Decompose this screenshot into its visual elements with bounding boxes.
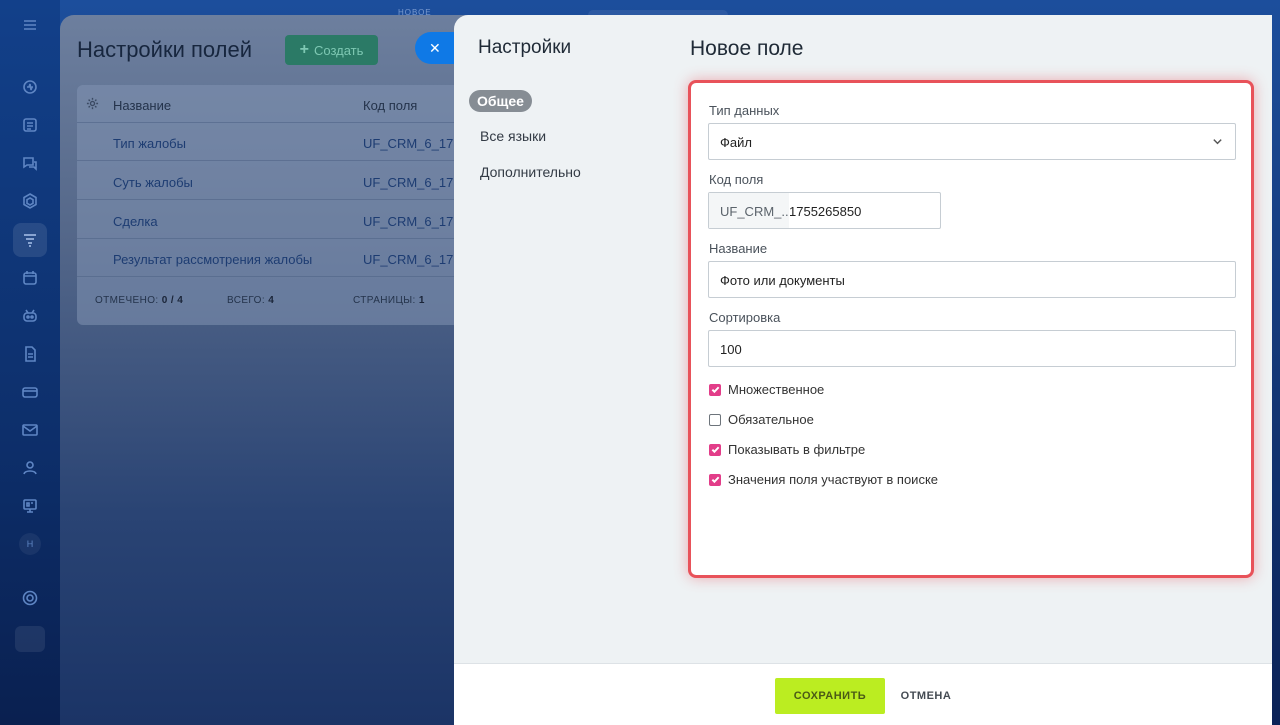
selected-value: 0 / 4: [161, 295, 184, 306]
contacts-icon[interactable]: [13, 451, 47, 485]
code-suffix[interactable]: 1755265850: [789, 193, 861, 228]
code-prefix: UF_CRM_...: [709, 193, 789, 228]
total-value: 4: [268, 295, 275, 306]
fields-table: Название Код поля Тип жалобы UF_CRM_6_17…: [77, 85, 497, 325]
close-icon: ✕: [429, 39, 441, 56]
card-icon[interactable]: [13, 375, 47, 409]
searchable-label: Значения поля участвуют в поиске: [728, 472, 939, 487]
activity-icon[interactable]: [13, 70, 47, 104]
create-button-label: Создать: [313, 42, 364, 58]
pages-value[interactable]: 1: [419, 295, 425, 306]
page-title: Настройки полей: [77, 37, 253, 62]
data-type-value: Файл: [720, 135, 752, 150]
table-row[interactable]: Тип жалобы UF_CRM_6_175: [77, 123, 497, 161]
presentation-icon[interactable]: [13, 489, 47, 523]
data-type-label: Тип данных: [709, 103, 780, 118]
square-button-icon[interactable]: [15, 626, 45, 652]
table-row[interactable]: Сделка UF_CRM_6_175: [77, 201, 497, 239]
nav-item-general[interactable]: Общее: [469, 90, 532, 112]
left-sidebar: Н: [0, 0, 60, 725]
nav-title: Настройки: [478, 37, 572, 58]
code-label: Код поля: [709, 172, 764, 187]
total-label: ВСЕГО:: [227, 295, 266, 306]
pages-label: СТРАНИЦЫ:: [353, 295, 416, 306]
form-title: Новое поле: [690, 37, 804, 60]
cancel-button[interactable]: ОТМЕНА: [900, 678, 952, 714]
table-header: Название Код поля: [77, 85, 497, 123]
selected-label: ОТМЕЧЕНО:: [95, 295, 159, 306]
total-count: ВСЕГО: 4: [227, 295, 274, 306]
row-code[interactable]: UF_CRM_6_175: [363, 175, 461, 190]
table-row[interactable]: Суть жалобы UF_CRM_6_175: [77, 162, 497, 200]
create-button[interactable]: + Создать: [285, 35, 378, 65]
row-code[interactable]: UF_CRM_6_175: [363, 136, 461, 151]
row-code[interactable]: UF_CRM_6_175: [363, 214, 461, 229]
show-in-filter-label: Показывать в фильтре: [728, 442, 866, 457]
field-form: Тип данных Файл Код поля UF_CRM_... 1755…: [688, 80, 1254, 578]
nav-item-all-languages[interactable]: Все языки: [480, 128, 546, 144]
sort-label: Сортировка: [709, 310, 781, 325]
settings-panel: Настройки Общее Все языки Дополнительно …: [454, 15, 1272, 725]
hexagon-icon[interactable]: [13, 184, 47, 218]
settings-icon[interactable]: [13, 581, 47, 615]
news-icon[interactable]: [13, 108, 47, 142]
mail-icon[interactable]: [13, 413, 47, 447]
column-header-name[interactable]: Название: [113, 98, 171, 113]
gear-icon[interactable]: [86, 97, 99, 110]
row-name[interactable]: Суть жалобы: [113, 175, 193, 190]
name-input[interactable]: Фото или документы: [708, 261, 1236, 298]
robot-icon[interactable]: [13, 299, 47, 333]
save-button[interactable]: СОХРАНИТЬ: [775, 678, 885, 714]
multiple-checkbox[interactable]: Множественное: [709, 382, 824, 397]
menu-icon[interactable]: [13, 8, 47, 42]
show-in-filter-checkbox[interactable]: Показывать в фильтре: [709, 442, 865, 457]
data-type-select[interactable]: Файл: [708, 123, 1236, 160]
nav-item-additional[interactable]: Дополнительно: [480, 164, 581, 180]
checkbox-checked-icon[interactable]: [709, 443, 721, 456]
required-label: Обязательное: [728, 412, 814, 427]
required-checkbox[interactable]: Обязательное: [709, 412, 814, 427]
chat-icon[interactable]: [13, 146, 47, 180]
multiple-label: Множественное: [728, 382, 825, 397]
table-row[interactable]: Результат рассмотрения жалобы UF_CRM_6_1…: [77, 239, 497, 277]
sort-input[interactable]: 100: [708, 330, 1236, 367]
avatar-icon[interactable]: Н: [19, 533, 41, 555]
row-code[interactable]: UF_CRM_6_175: [363, 252, 461, 267]
chevron-down-icon: [1213, 139, 1222, 145]
background-page: Настройки полей + Создать ✕ Название Код…: [60, 15, 497, 725]
calendar-icon[interactable]: [13, 261, 47, 295]
close-slider-button[interactable]: ✕: [415, 32, 455, 64]
searchable-checkbox[interactable]: Значения поля участвуют в поиске: [709, 472, 938, 487]
checkbox-checked-icon[interactable]: [709, 383, 721, 396]
pages-count: СТРАНИЦЫ: 1: [353, 295, 425, 306]
funnel-icon[interactable]: [13, 223, 47, 257]
checkbox-unchecked-icon[interactable]: [709, 413, 721, 426]
row-name[interactable]: Тип жалобы: [113, 136, 186, 151]
document-icon[interactable]: [13, 337, 47, 371]
column-header-code[interactable]: Код поля: [363, 98, 417, 113]
plus-icon: +: [299, 41, 309, 58]
name-label: Название: [709, 241, 768, 256]
row-name[interactable]: Сделка: [113, 214, 158, 229]
selected-count: ОТМЕЧЕНО: 0 / 4: [95, 295, 183, 306]
checkbox-checked-icon[interactable]: [709, 473, 721, 486]
row-name[interactable]: Результат рассмотрения жалобы: [113, 252, 312, 267]
panel-footer: СОХРАНИТЬ ОТМЕНА: [454, 663, 1272, 725]
code-field[interactable]: UF_CRM_... 1755265850: [708, 192, 941, 229]
